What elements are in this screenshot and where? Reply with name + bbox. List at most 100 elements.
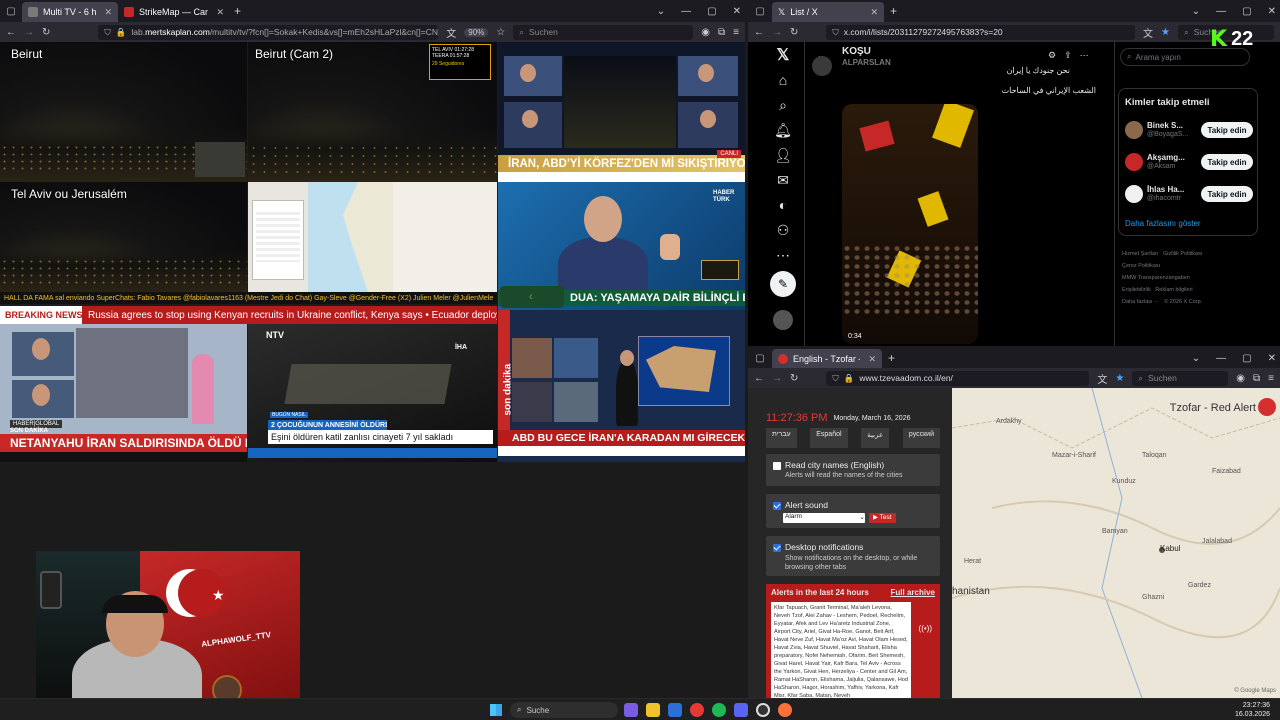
maximize-icon[interactable]: ▢ — [1242, 6, 1251, 17]
messages-icon[interactable]: ✉ — [774, 171, 792, 189]
extensions-icon[interactable]: ⧉ — [718, 27, 725, 38]
reload-icon[interactable]: ↻ — [790, 27, 798, 38]
tab-list-icon[interactable]: ⌄ — [1192, 6, 1200, 17]
minimize-icon[interactable]: — — [1216, 6, 1226, 17]
read-names-checkbox[interactable] — [773, 461, 781, 470]
channel-haberglobal[interactable]: HABER|GLOBAL SON DAKİKA NETANYAHU İRAN S… — [0, 324, 247, 462]
translate-icon[interactable]: 文 — [1143, 25, 1153, 40]
tab-strikemap[interactable]: StrikeMap — Canlı ABD/İsrail ✕ — [118, 2, 230, 22]
new-tab-icon[interactable]: + — [234, 4, 241, 18]
minimize-icon[interactable]: — — [681, 6, 691, 17]
tab-list-icon[interactable]: ⌄ — [657, 6, 665, 17]
alerts-map[interactable]: Tzofar - Red Alert Ardakhy Mazar-i-Shari… — [952, 388, 1280, 698]
forward-icon[interactable]: → — [772, 27, 782, 38]
tab-list-icon[interactable]: ⌄ — [1192, 353, 1200, 364]
back-icon[interactable]: ← — [754, 27, 764, 38]
lang-spanish[interactable]: Español — [810, 428, 848, 448]
translate-icon[interactable]: 文 — [1097, 371, 1107, 386]
spotify-icon[interactable] — [712, 703, 726, 717]
post-button[interactable]: ✎ — [770, 271, 796, 297]
maximize-icon[interactable]: ▢ — [707, 6, 716, 17]
full-archive-link[interactable]: Full archive — [891, 588, 935, 597]
alert-sound-checkbox[interactable] — [773, 501, 781, 510]
back-icon[interactable]: ← — [6, 27, 16, 38]
zoom-badge[interactable]: 90% — [464, 27, 489, 37]
new-tab-icon[interactable]: + — [888, 351, 895, 365]
follow-icon[interactable]: 👤︎ — [774, 146, 792, 164]
firefox-icon[interactable] — [778, 703, 792, 717]
menu-icon[interactable]: ≡ — [733, 27, 739, 38]
lang-arabic[interactable]: عربية — [861, 428, 890, 448]
account-icon[interactable]: ◉ — [1236, 373, 1245, 384]
close-tab-icon[interactable]: ✕ — [216, 7, 224, 18]
opera-icon[interactable] — [690, 703, 704, 717]
menu-icon[interactable]: ≡ — [1268, 373, 1274, 384]
url-bar[interactable]: ⛉ x.com/i/lists/2031127927249576383?s=20 — [826, 24, 1136, 40]
follow-button[interactable]: Takip edin — [1201, 154, 1253, 170]
cam-tel-aviv[interactable]: Tel Aviv ou Jerusalém — [0, 182, 247, 292]
forward-icon[interactable]: → — [772, 373, 782, 384]
alert-sound-select[interactable]: Alarm ⌄ — [783, 513, 865, 523]
notifications-icon[interactable]: 🔔︎ — [774, 121, 792, 139]
follow-item[interactable]: İhlas Ha... @ihacomtr Takip edin — [1125, 185, 1253, 207]
x-logo-icon[interactable]: 𝕏 — [774, 46, 792, 64]
explore-icon[interactable]: ⌕ — [774, 96, 792, 114]
channel-a-haber[interactable]: son dakika ABD BU GECE İRAN'A KARADAN MI… — [498, 310, 745, 462]
author-name[interactable]: ALPARSLAN — [842, 58, 891, 67]
close-window-icon[interactable]: ✕ — [1268, 353, 1276, 364]
follow-item[interactable]: Binek S... @BoyagaS... Takip edin — [1125, 121, 1253, 143]
close-window-icon[interactable]: ✕ — [1268, 6, 1276, 17]
close-tab-icon[interactable]: ✕ — [868, 354, 876, 365]
close-tab-icon[interactable]: ✕ — [104, 7, 112, 18]
bookmark-star-icon[interactable]: ★ — [1161, 27, 1170, 38]
tab-x-list[interactable]: 𝕏 List / X ✕ — [772, 2, 884, 22]
app-icon[interactable] — [668, 703, 682, 717]
follow-button[interactable]: Takip edin — [1201, 186, 1253, 202]
follow-item[interactable]: Akşamg... @Aksam Takip edin — [1125, 153, 1253, 175]
tab-tzofar[interactable]: English - Tzofar - Red Alert ✕ — [772, 349, 882, 369]
follow-button[interactable]: Takip edin — [1201, 122, 1253, 138]
lang-russian[interactable]: русский — [902, 428, 940, 448]
lang-hebrew[interactable]: עברית — [766, 428, 797, 448]
firefox-view-icon[interactable]: ▢ — [0, 6, 22, 17]
channel-haberturk[interactable]: HABER TÜRK DUA: YAŞAMAYA DAİR BİLİNÇLİ B… — [498, 182, 745, 310]
translate-icon[interactable]: 文 — [446, 25, 456, 40]
account-avatar[interactable] — [773, 310, 793, 330]
start-button[interactable] — [490, 704, 502, 716]
alerts-list[interactable]: Kfar Tapuach, Granit Terminal, Ma'aleh L… — [771, 602, 911, 698]
account-icon[interactable]: ◉ — [701, 27, 710, 38]
back-icon[interactable]: ← — [754, 373, 764, 384]
minimize-icon[interactable]: — — [1216, 353, 1226, 364]
tab-multitv[interactable]: Multi TV - 6 haber kanalını ✕ — [22, 2, 118, 22]
desktop-notifications-checkbox[interactable] — [773, 543, 781, 552]
show-more-link[interactable]: Daha fazlasını göster — [1125, 219, 1201, 228]
bookmark-star-icon[interactable]: ☆ — [496, 27, 505, 38]
tweet-video[interactable]: 0:34 — [842, 104, 978, 344]
extensions-icon[interactable]: ⧉ — [1253, 373, 1260, 384]
file-explorer-icon[interactable] — [646, 703, 660, 717]
firefox-view-icon[interactable]: ▢ — [748, 353, 772, 364]
reload-icon[interactable]: ↻ — [42, 27, 50, 38]
discord-icon[interactable] — [734, 703, 748, 717]
system-clock[interactable]: 23:27:36 16.03.2026 — [1235, 701, 1270, 719]
home-icon[interactable]: ⌂ — [774, 71, 792, 89]
forward-icon[interactable]: → — [24, 27, 34, 38]
widgets-icon[interactable] — [624, 703, 638, 717]
bookmark-star-icon[interactable]: ★ — [1115, 373, 1124, 384]
channel-ntv[interactable]: NTV İHA BUGÜN NASIL 2 ÇOCUĞUNUN ANNESİNİ… — [248, 324, 497, 462]
strikemap-embed[interactable] — [248, 182, 497, 292]
close-tab-icon[interactable]: ✕ — [870, 7, 878, 18]
url-bar[interactable]: ⛉ 🔒 www.tzevaadom.co.il/en/ — [826, 370, 1090, 386]
close-window-icon[interactable]: ✕ — [733, 6, 741, 17]
taskbar-search-input[interactable]: ⌕ Suche — [510, 702, 618, 718]
test-sound-button[interactable]: ▶ Test — [869, 513, 896, 523]
grok-icon[interactable]: ◐ — [774, 196, 792, 214]
reload-icon[interactable]: ↻ — [790, 373, 798, 384]
author-avatar[interactable] — [812, 56, 832, 76]
more-icon[interactable]: ⋯ — [774, 246, 792, 264]
search-input[interactable]: ⌕ Suchen — [1132, 370, 1229, 386]
cam-beirut-2[interactable]: Beirut (Cam 2) TEL AVIV 01:27:28 TEERA 0… — [248, 42, 497, 182]
search-input[interactable]: ⌕ Suchen — [513, 24, 694, 40]
new-tab-icon[interactable]: + — [890, 4, 897, 18]
channel-cnn-turk[interactable]: İRAN, ABD'Yİ KÖRFEZ'DEN Mİ SIKIŞTIRIYOR … — [498, 42, 745, 182]
